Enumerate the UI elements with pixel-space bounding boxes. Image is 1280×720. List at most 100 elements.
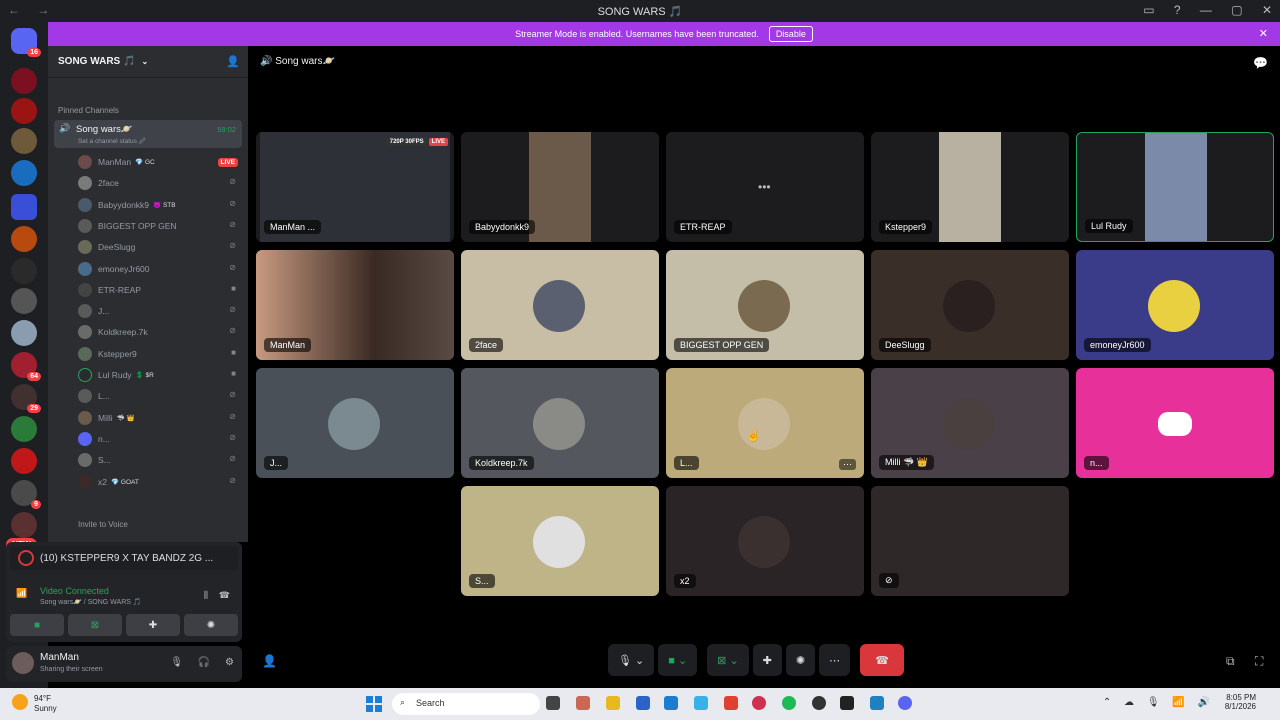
share-screen-button[interactable]: ⊠ (68, 614, 122, 636)
popout-icon[interactable]: ⧉ (1226, 654, 1235, 669)
server-icon[interactable] (11, 98, 37, 124)
video-tile[interactable]: BIGGEST OPP GEN (666, 250, 864, 360)
voice-member[interactable]: ManMan 💎 GC LIVE (78, 153, 238, 171)
minimize-icon[interactable]: — (1200, 3, 1212, 17)
mic-button[interactable]: 🎙 ⌄ (608, 644, 655, 676)
video-tile[interactable]: ⊘ (871, 486, 1069, 596)
app-icon[interactable] (576, 696, 590, 710)
server-header[interactable]: SONG WARS 🎵 ⌄ 👤 (48, 46, 248, 78)
wifi-icon[interactable]: 📶 (1172, 697, 1184, 708)
server-icon[interactable] (11, 160, 37, 186)
app-icon[interactable] (840, 696, 854, 710)
video-tile[interactable]: Milli 🦈 👑 (871, 368, 1069, 478)
video-tile[interactable]: x2 (666, 486, 864, 596)
activities-button[interactable]: ✚ (126, 614, 180, 636)
app-icon[interactable] (812, 696, 826, 710)
app-icon[interactable] (870, 696, 884, 710)
voice-member[interactable]: Babyydonkk9 😈 STB ⊘ (78, 196, 238, 214)
file-explorer-icon[interactable] (606, 696, 620, 710)
video-tile[interactable]: Kstepper9 (871, 132, 1069, 242)
voice-member[interactable]: Koldkreep.7k ⊘ (78, 323, 238, 341)
video-tile[interactable]: Koldkreep.7k (461, 368, 659, 478)
server-icon[interactable] (11, 226, 37, 252)
disconnect-button[interactable]: ☎ (860, 644, 905, 676)
invite-to-voice[interactable]: Invite to Voice (78, 520, 128, 529)
add-friend-icon[interactable]: 👤 (226, 55, 240, 68)
server-icon[interactable] (11, 448, 37, 474)
voice-channel-path[interactable]: Song wars🪐 / SONG WARS 🎵 (40, 598, 142, 606)
video-tile[interactable]: DeeSlugg (871, 250, 1069, 360)
video-tile[interactable]: Lul Rudy (1076, 132, 1274, 242)
chevron-up-icon[interactable]: ⌃ (1103, 697, 1111, 708)
voice-member[interactable]: L... ⊘ (78, 387, 238, 405)
opera-icon[interactable] (752, 696, 766, 710)
volume-icon[interactable]: 🔊 (1198, 697, 1210, 708)
video-tile[interactable]: ••• ETR-REAP (666, 132, 864, 242)
server-icon[interactable] (11, 512, 37, 538)
disconnect-icon[interactable]: ☎ (219, 590, 230, 601)
avatar[interactable] (12, 652, 34, 674)
server-icon[interactable]: 64 (11, 352, 41, 381)
chat-icon[interactable]: 💬 (1253, 56, 1268, 70)
soundboard-button[interactable]: ✺ (785, 644, 816, 676)
more-options-button[interactable]: ⋯ (819, 644, 851, 676)
close-window-icon[interactable]: ✕ (1262, 3, 1272, 17)
voice-member[interactable]: n... ⊘ (78, 430, 238, 448)
voice-member[interactable]: Kstepper9 ■ (78, 345, 238, 363)
mic-icon[interactable]: 🎙 (1147, 697, 1160, 708)
cloud-icon[interactable]: ☁ (1124, 697, 1134, 708)
server-icon[interactable] (11, 320, 37, 346)
discord-icon[interactable] (898, 696, 912, 710)
voice-member[interactable]: S... ⊘ (78, 451, 238, 469)
voice-member[interactable]: BIGGEST OPP GEN ⊘ (78, 217, 238, 235)
video-tile[interactable]: J... (256, 368, 454, 478)
settings-icon[interactable]: ⚙ (225, 657, 234, 668)
home-icon[interactable]: 16 (11, 28, 41, 57)
noise-icon[interactable]: ⫼ (204, 590, 208, 601)
server-icon[interactable]: 9 (11, 480, 41, 509)
video-tile[interactable]: L... ⋯ (666, 368, 864, 478)
fullscreen-icon[interactable]: ⛶ (1255, 654, 1263, 669)
voice-member[interactable]: DeeSlugg ⊘ (78, 238, 238, 256)
close-icon[interactable]: ✕ (1259, 27, 1268, 40)
task-view-icon[interactable] (546, 696, 560, 710)
maximize-icon[interactable]: ▢ (1231, 3, 1242, 17)
soundboard-button[interactable]: ✺ (184, 614, 238, 636)
video-tile[interactable]: S... (461, 486, 659, 596)
video-tile[interactable]: 2face (461, 250, 659, 360)
voice-member[interactable]: J... ⊘ (78, 302, 238, 320)
voice-member[interactable]: 2face ⊘ (78, 174, 238, 192)
channel-status[interactable]: Set a channel status 🖉 (78, 137, 146, 148)
video-tile[interactable]: emoneyJr600 (1076, 250, 1274, 360)
server-icon[interactable]: 29 (11, 384, 41, 413)
voice-member[interactable]: emoneyJr600 ⊘ (78, 260, 238, 278)
server-icon[interactable] (11, 416, 37, 442)
voice-member[interactable]: Lul Rudy 💲 $R ■ (78, 366, 238, 384)
voice-member[interactable]: Milli 🦈 👑 ⊘ (78, 409, 238, 427)
app-icon[interactable] (724, 696, 738, 710)
headset-icon[interactable]: 🎧 (198, 657, 210, 668)
server-icon[interactable] (11, 128, 37, 154)
camera-button[interactable]: ■ (10, 614, 64, 636)
spotify-icon[interactable] (782, 696, 796, 710)
outlook-icon[interactable] (664, 696, 678, 710)
video-tile[interactable]: n... (1076, 368, 1274, 478)
video-tile[interactable]: Babyydonkk9 (461, 132, 659, 242)
voice-channel[interactable]: 🔊 Song wars🪐 Set a channel status 🖉 59:0… (54, 120, 242, 148)
mic-icon[interactable]: 🎙 (170, 657, 183, 668)
disable-button[interactable]: Disable (768, 26, 813, 42)
clock[interactable]: 8:05 PM 8/1/2026 (1225, 693, 1256, 711)
more-options-icon[interactable]: ⋯ (839, 459, 856, 470)
share-screen-button[interactable]: ⊠ ⌄ (707, 644, 749, 676)
help-icon[interactable]: ? (1174, 3, 1181, 17)
app-icon[interactable] (694, 696, 708, 710)
inbox-icon[interactable]: ▭ (1143, 3, 1154, 17)
activities-button[interactable]: ✚ (752, 644, 782, 676)
store-icon[interactable] (636, 696, 650, 710)
folder-icon[interactable] (11, 194, 37, 220)
voice-member[interactable]: ETR-REAP ■ (78, 281, 238, 299)
voice-member[interactable]: x2 💎 GOAT ⊘ (78, 473, 238, 491)
video-tile[interactable]: 720P 30FPS LIVE ManMan ... (256, 132, 454, 242)
server-icon[interactable] (11, 68, 37, 94)
invite-icon[interactable]: 👤 (262, 654, 277, 668)
